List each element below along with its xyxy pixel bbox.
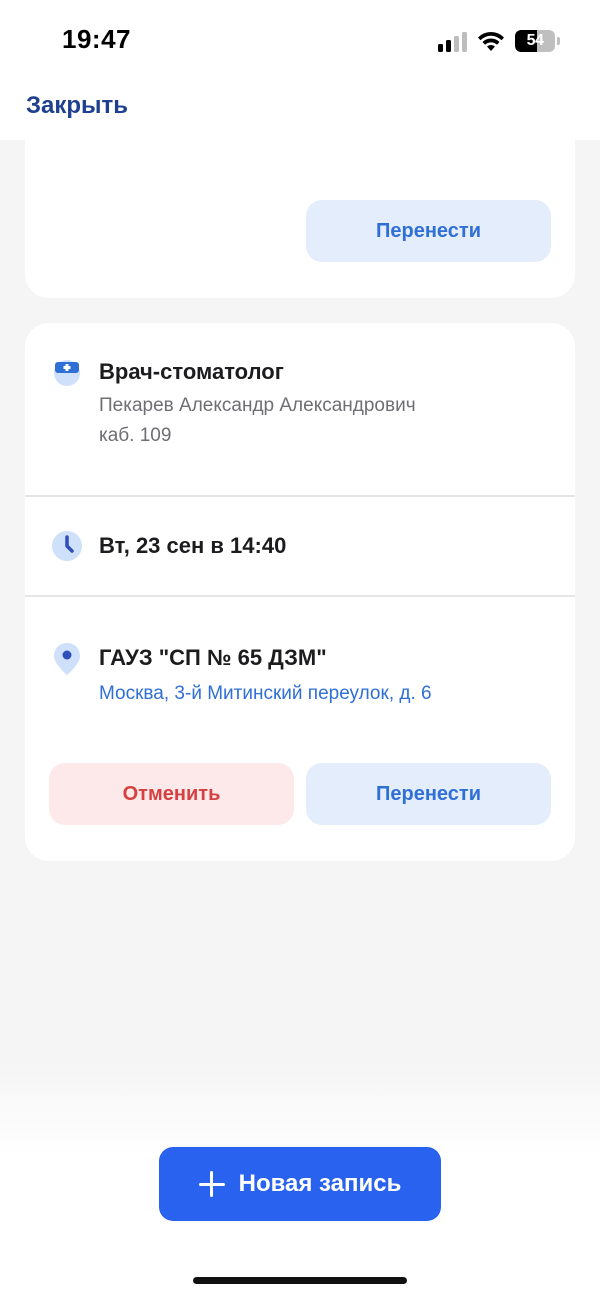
doctor-room: каб. 109 [99, 425, 172, 446]
appointment-card: Врач-стоматолог Пекарев Александр Алекса… [25, 323, 575, 861]
doctor-name: Пекарев Александр Александрович [99, 395, 416, 416]
new-record-button[interactable]: Новая запись [159, 1147, 441, 1221]
status-icons: 54 [438, 26, 560, 56]
battery-cap [557, 37, 560, 45]
reschedule-button[interactable]: Перенести [306, 763, 551, 825]
wifi-icon [478, 31, 504, 51]
status-time: 19:47 [62, 24, 131, 54]
clinic-name: ГАУЗ "СП № 65 ДЗМ" [99, 645, 327, 670]
close-button[interactable]: Закрыть [26, 92, 128, 120]
doctor-icon [54, 360, 80, 386]
home-indicator [193, 1277, 407, 1284]
plus-icon [198, 1171, 225, 1197]
appointment-datetime: Вт, 23 сен в 14:40 [99, 533, 287, 558]
status-bar: 19:47 54 [0, 0, 600, 80]
divider [25, 495, 575, 497]
location-pin-icon [54, 643, 80, 675]
nav-header: Закрыть [0, 80, 600, 140]
doctor-specialty: Врач-стоматолог [99, 359, 284, 384]
battery-percent: 54 [526, 32, 544, 49]
new-record-label: Новая запись [238, 1170, 402, 1197]
screen: 19:47 54 Закрыть Перенести Врач-стоматол… [0, 0, 600, 1297]
cellular-signal-icon [438, 30, 467, 52]
battery-icon: 54 [515, 30, 555, 52]
reschedule-button[interactable]: Перенести [306, 200, 551, 262]
divider [25, 595, 575, 597]
clock-icon [52, 531, 82, 561]
clinic-address-link[interactable]: Москва, 3-й Митинский переулок, д. 6 [99, 683, 432, 705]
cancel-button[interactable]: Отменить [49, 763, 294, 825]
